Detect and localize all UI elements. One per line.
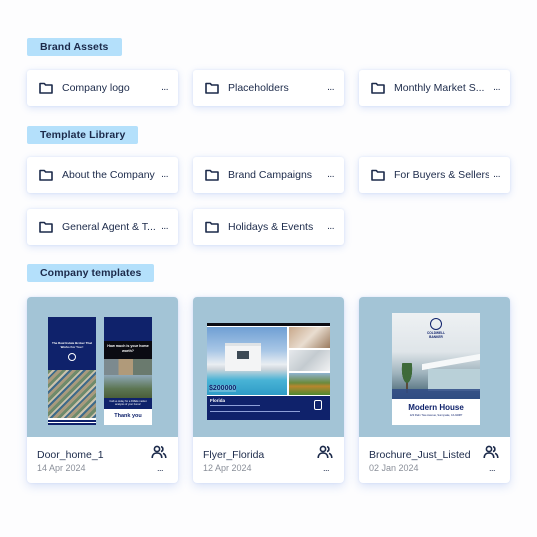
folder-name: Placeholders xyxy=(228,82,289,94)
pool-house-photo: $200000 xyxy=(207,327,287,395)
folder-name: For Buyers & Sellers xyxy=(394,169,490,181)
more-options-button[interactable]: ... xyxy=(161,170,168,180)
share-users-icon[interactable] xyxy=(151,445,167,459)
brochure-address: 123 Palm Tree Avenue, Sunnyvale, CA 9408… xyxy=(409,414,463,417)
folder-icon xyxy=(205,82,219,94)
flyer-footer: Florida xyxy=(207,396,330,420)
folder-name: General Agent & T... xyxy=(62,221,156,233)
template-card-flyer-florida[interactable]: $200000 Florida Flyer_Florida 12 Apr 202… xyxy=(193,297,344,483)
template-name: Flyer_Florida xyxy=(203,449,265,461)
garden-photo xyxy=(289,373,330,395)
folder-name: Company logo xyxy=(62,82,130,94)
top-bar xyxy=(207,323,330,326)
door-hanger-question: How much is your home worth? xyxy=(107,344,149,353)
section-label-company-templates: Company templates xyxy=(27,264,155,282)
door-hanger-back: How much is your home worth? Call us tod… xyxy=(104,317,152,425)
folder-name: Holidays & Events xyxy=(228,221,314,233)
brochure-page: COLDWELL BANKER Modern House 123 Palm Tr… xyxy=(392,313,480,425)
pool-band xyxy=(392,389,480,399)
more-options-button[interactable]: ... xyxy=(161,222,168,232)
text-line xyxy=(210,405,260,406)
door-hanger-footer: Thank you xyxy=(114,413,142,419)
template-date: 14 Apr 2024 xyxy=(37,463,86,473)
aerial-photo xyxy=(48,370,96,418)
folder-icon xyxy=(39,82,53,94)
more-options-button[interactable]: ... xyxy=(323,463,330,473)
folder-icon xyxy=(205,169,219,181)
folder-holidays-events[interactable]: Holidays & Events ... xyxy=(193,209,344,245)
section-label-template-library: Template Library xyxy=(27,126,139,144)
roof-shape xyxy=(422,353,480,371)
folder-company-logo[interactable]: Company logo ... xyxy=(27,70,178,106)
brand-logo-icon xyxy=(68,353,76,361)
interior-photo xyxy=(104,359,152,375)
folder-icon xyxy=(205,221,219,233)
more-options-button[interactable]: ... xyxy=(161,83,168,93)
template-thumbnail[interactable]: COLDWELL BANKER Modern House 123 Palm Tr… xyxy=(359,297,510,437)
folder-for-buyers-sellers[interactable]: For Buyers & Sellers ... xyxy=(359,157,510,193)
bathroom-photo xyxy=(289,350,330,371)
template-info: Flyer_Florida 12 Apr 2024 ... xyxy=(193,437,344,483)
more-options-button[interactable]: ... xyxy=(327,83,334,93)
flyer-page: $200000 Florida xyxy=(207,323,330,420)
folder-about-the-company[interactable]: About the Company ... xyxy=(27,157,178,193)
flyer-price: $200000 xyxy=(209,385,237,392)
modern-house-photo: COLDWELL BANKER xyxy=(392,313,480,399)
window-shape xyxy=(237,351,249,359)
folder-icon xyxy=(371,82,385,94)
template-info: Door_home_1 14 Apr 2024 ... xyxy=(27,437,178,483)
folder-general-agent[interactable]: General Agent & T... ... xyxy=(27,209,178,245)
brand-line2: BANKER xyxy=(429,335,443,339)
template-thumbnail[interactable]: The Real Estate Broker That Works For Yo… xyxy=(27,297,178,437)
share-users-icon[interactable] xyxy=(483,445,499,459)
template-name: Brochure_Just_Listed xyxy=(369,449,471,461)
folder-icon xyxy=(39,221,53,233)
template-date: 12 Apr 2024 xyxy=(203,463,252,473)
folder-name: Monthly Market S... xyxy=(394,82,485,94)
share-users-icon[interactable] xyxy=(317,445,333,459)
interior-photo xyxy=(289,327,330,348)
door-hanger-cta: Call us today for a FREE market analysis… xyxy=(109,400,147,407)
text-line xyxy=(210,411,300,412)
house-shape xyxy=(428,369,480,391)
folder-placeholders[interactable]: Placeholders ... xyxy=(193,70,344,106)
folder-name: About the Company xyxy=(62,169,155,181)
folder-icon xyxy=(371,169,385,181)
template-card-door-home[interactable]: The Real Estate Broker That Works For Yo… xyxy=(27,297,178,483)
brochure-title: Modern House xyxy=(408,403,464,412)
more-options-button[interactable]: ... xyxy=(493,170,500,180)
more-options-button[interactable]: ... xyxy=(327,222,334,232)
more-options-button[interactable]: ... xyxy=(327,170,334,180)
door-hanger-front: The Real Estate Broker That Works For Yo… xyxy=(48,317,96,425)
folder-brand-campaigns[interactable]: Brand Campaigns ... xyxy=(193,157,344,193)
more-options-button[interactable]: ... xyxy=(493,83,500,93)
stripe xyxy=(48,422,96,423)
template-card-brochure-just-listed[interactable]: COLDWELL BANKER Modern House 123 Palm Tr… xyxy=(359,297,510,483)
flyer-location: Florida xyxy=(210,398,226,403)
template-info: Brochure_Just_Listed 02 Jan 2024 ... xyxy=(359,437,510,483)
section-label-brand-assets: Brand Assets xyxy=(27,38,122,56)
folder-name: Brand Campaigns xyxy=(228,169,313,181)
template-name: Door_home_1 xyxy=(37,449,104,461)
folder-icon xyxy=(39,169,53,181)
template-date: 02 Jan 2024 xyxy=(369,463,419,473)
more-options-button[interactable]: ... xyxy=(489,463,496,473)
stripe xyxy=(48,418,96,420)
house-photo xyxy=(104,375,152,398)
brand-logo-icon xyxy=(430,318,442,330)
more-options-button[interactable]: ... xyxy=(157,463,164,473)
folder-monthly-market[interactable]: Monthly Market S... ... xyxy=(359,70,510,106)
door-hanger-headline: The Real Estate Broker That Works For Yo… xyxy=(51,341,92,349)
template-thumbnail[interactable]: $200000 Florida xyxy=(193,297,344,437)
brand-logo-icon xyxy=(314,400,322,410)
